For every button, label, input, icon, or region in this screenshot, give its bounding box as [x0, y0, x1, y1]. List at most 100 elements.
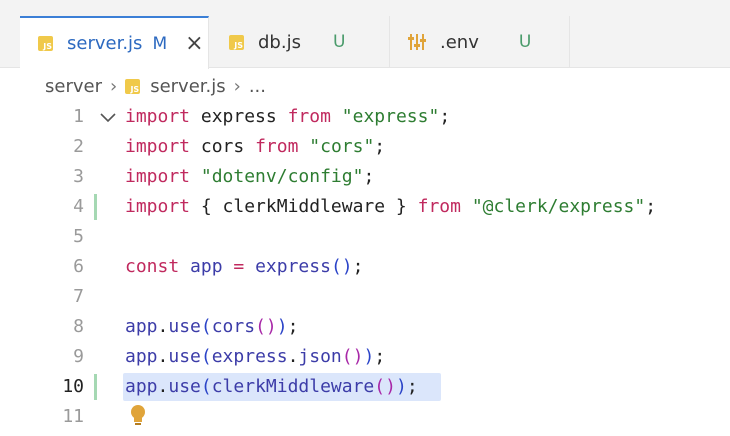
code-token: ( [200, 346, 212, 367]
line-number: 9 [73, 346, 84, 367]
code-line: 4 import { clerkMiddleware } from "@cler… [0, 192, 730, 222]
code-token: ; [352, 256, 364, 277]
tab-env[interactable]: .env U [390, 16, 570, 68]
code-token: app [125, 346, 158, 367]
code-token: import [125, 106, 191, 127]
code-token: ) [276, 316, 288, 337]
line-number: 6 [73, 256, 84, 277]
code-token: from [255, 136, 299, 157]
tab-label: db.js [258, 31, 301, 53]
git-status-badge: U [332, 32, 346, 52]
code-token: cors [190, 136, 256, 157]
line-number: 11 [62, 406, 84, 427]
code-token: ; [374, 136, 386, 157]
code-line: 6 const app = express(); [0, 252, 730, 282]
code-line: 9 app.use(express.json()); [0, 342, 730, 372]
code-text: app.use(clerkMiddleware()); [125, 372, 418, 402]
tab-label: .env [440, 31, 479, 53]
code-token: cors [211, 316, 256, 337]
chevron-down-icon[interactable] [98, 102, 118, 132]
code-line: 7 [0, 282, 730, 312]
chevron-right-icon: › [109, 75, 118, 97]
code-token: ; [374, 346, 386, 367]
code-token: const [125, 256, 180, 277]
git-status-badge: M [152, 33, 168, 54]
javascript-file-icon: JS [229, 34, 244, 50]
code-token: ; [363, 166, 375, 187]
code-token: ; [406, 376, 418, 397]
code-token: use [168, 376, 201, 397]
code-token: clerkMiddleware [211, 376, 375, 397]
code-token: . [157, 376, 169, 397]
code-token: "cors" [309, 136, 375, 157]
code-line-current: 10 app.use(clerkMiddleware()); [0, 372, 730, 402]
code-line: 8 app.use(cors()); [0, 312, 730, 342]
lightbulb-icon[interactable] [130, 404, 146, 428]
code-token: "express" [341, 106, 440, 127]
code-token: ; [287, 316, 299, 337]
close-icon[interactable]: × [185, 32, 203, 55]
code-text: import cors from "cors"; [125, 132, 385, 162]
code-token: . [157, 346, 169, 367]
code-token: () [330, 256, 353, 277]
breadcrumb-file[interactable]: server.js [150, 76, 225, 97]
code-text: const app = express(); [125, 252, 363, 282]
code-token: express [255, 256, 331, 277]
code-token: use [168, 316, 201, 337]
settings-sliders-icon [408, 34, 426, 50]
javascript-file-icon: JS [38, 36, 53, 51]
chevron-right-icon: › [233, 75, 241, 97]
tab-db-js[interactable]: JS db.js U [209, 16, 390, 68]
code-text: import "dotenv/config"; [125, 162, 374, 192]
code-line: 1 import express from "express"; [0, 102, 730, 132]
code-token: import [125, 166, 191, 187]
code-token: ( [200, 376, 212, 397]
code-text: app.use(cors()); [125, 312, 298, 342]
code-text: import express from "express"; [125, 102, 450, 132]
line-number: 5 [73, 226, 84, 247]
code-text: app.use(express.json()); [125, 342, 385, 372]
code-line: 11 [0, 402, 730, 432]
git-modified-marker [94, 374, 97, 400]
code-text: import { clerkMiddleware } from "@clerk/… [125, 192, 656, 222]
code-token: app [190, 256, 223, 277]
tab-label: server.js [67, 33, 143, 54]
line-number: 7 [73, 286, 84, 307]
code-token: import [125, 196, 191, 217]
javascript-file-icon: JS [125, 78, 141, 94]
code-token: json [298, 346, 342, 367]
code-line: 2 import cors from "cors"; [0, 132, 730, 162]
breadcrumb-folder[interactable]: server [45, 76, 102, 97]
code-token: app [125, 316, 158, 337]
code-token: = [233, 256, 245, 277]
code-token: ; [645, 196, 657, 217]
breadcrumb: server › JS server.js › ... [45, 74, 266, 98]
line-number: 4 [73, 196, 84, 217]
code-token: ) [395, 376, 407, 397]
line-number: 3 [73, 166, 84, 187]
tab-server-js[interactable]: JS server.js M × [20, 16, 209, 69]
git-status-badge: U [518, 32, 532, 52]
code-token: . [157, 316, 169, 337]
code-token: ( [200, 316, 212, 337]
line-number: 2 [73, 136, 84, 157]
code-token: express [211, 346, 288, 367]
code-token: from [417, 196, 461, 217]
code-token: use [168, 346, 201, 367]
code-line: 5 [0, 222, 730, 252]
line-number: 8 [73, 316, 84, 337]
code-token: ; [439, 106, 451, 127]
line-number: 10 [62, 376, 84, 397]
code-line: 3 import "dotenv/config"; [0, 162, 730, 192]
code-token: () [341, 346, 364, 367]
line-number: 1 [73, 106, 84, 127]
code-token: import [125, 136, 191, 157]
breadcrumb-more[interactable]: ... [249, 76, 266, 97]
